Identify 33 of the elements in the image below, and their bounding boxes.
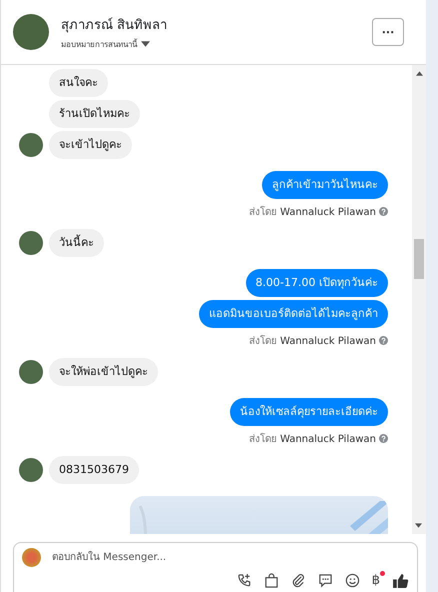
shopping-bag-icon[interactable] (264, 573, 279, 588)
avatar (13, 14, 49, 50)
message-bubble: ลูกค้าเข้ามาวันไหนคะ (262, 171, 388, 199)
message-bubble: 0831503679 (49, 456, 139, 484)
message-bubble: ร้านเปิดไหมคะ (49, 100, 140, 128)
message-bubble: น้องให้เซลล์คุยรายละเอียดค่ะ (230, 398, 388, 426)
message-bubble: วันนี้คะ (49, 229, 104, 257)
assign-label[interactable]: มอบหมายการสนทนานี้ (61, 38, 137, 50)
payment-button[interactable]: ฿ (372, 573, 380, 588)
more-button[interactable]: ··· (372, 18, 404, 46)
chat-icon[interactable] (318, 573, 333, 588)
avatar (22, 548, 41, 567)
help-icon[interactable] (379, 434, 388, 442)
sent-by-label: ส่งโดย Wannaluck Pilawan (248, 432, 376, 446)
message-bubble: แอดมินขอเบอร์ติดต่อได้ไมคะลูกค้า (199, 300, 388, 328)
reply-box[interactable]: ตอบกลับใน Messenger... ฿ (13, 542, 418, 592)
phone-plus-icon[interactable] (236, 573, 252, 588)
message-bubble: สนใจคะ (49, 69, 108, 97)
message-bubble: จะเข้าไปดูคะ (49, 131, 132, 159)
sent-by-label: ส่งโดย Wannaluck Pilawan (248, 205, 376, 218)
scroll-down-icon[interactable] (415, 523, 422, 528)
scroll-up-icon[interactable] (416, 71, 422, 76)
message-bubble: 8.00-17.00 เปิดทุกวันค่ะ (246, 269, 388, 297)
thumbs-up-icon[interactable] (392, 572, 409, 589)
help-icon[interactable] (379, 206, 388, 216)
paperclip-icon[interactable] (290, 573, 306, 588)
scrollbar-thumb[interactable] (414, 239, 424, 279)
sent-by-label: ส่งโดย Wannaluck Pilawan (248, 334, 376, 348)
caret-icon[interactable] (141, 41, 150, 47)
help-icon[interactable] (379, 336, 388, 344)
message-bubble: จะให้พ่อเข้าไปดูคะ (49, 358, 158, 386)
smiley-icon[interactable] (344, 573, 360, 588)
contact-name: สุภาภรณ์ สินทิพลา (61, 16, 168, 34)
